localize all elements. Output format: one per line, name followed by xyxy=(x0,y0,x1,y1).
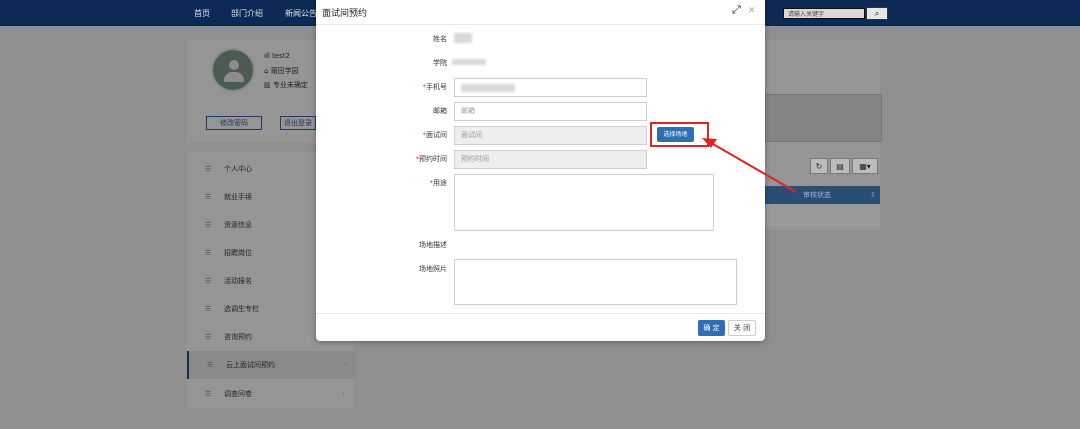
venue-description-label: 场地描述 xyxy=(419,241,447,249)
room-field[interactable]: 面试间 xyxy=(454,126,647,145)
room-label: *面试间 xyxy=(422,131,448,139)
list-icon: ☰ xyxy=(205,333,212,341)
list-icon: ☰ xyxy=(205,305,212,313)
time-label: *预约时间 xyxy=(415,155,448,163)
search-button[interactable]: ⌕ xyxy=(866,7,888,20)
footer-divider xyxy=(316,313,765,314)
chevron-right-icon: › xyxy=(344,361,347,369)
list-icon: ☰ xyxy=(205,277,212,285)
sidebar-item-interview-room[interactable]: ☰ 云上面试间预约 › xyxy=(187,351,356,379)
venue-photo-area xyxy=(454,259,737,305)
email-field[interactable]: 邮箱 xyxy=(454,102,647,121)
time-field[interactable]: 预约时间 xyxy=(454,150,647,169)
interview-booking-modal: 面试间预约 ⤢ ✕ 姓名 学院 *手机号 邮箱 邮箱 *面试间 面试间 选择场地… xyxy=(316,0,765,341)
logout-button[interactable]: 退出登录 xyxy=(280,116,316,130)
sidebar-item-survey[interactable]: ☰ 调查问卷 › xyxy=(187,380,354,408)
refresh-button[interactable]: ↻ xyxy=(810,158,828,174)
phone-field[interactable] xyxy=(454,78,647,97)
sort-icon[interactable]: ⇕ xyxy=(870,186,876,204)
profile-major: ▥ 专业未确定 xyxy=(264,81,308,89)
list-icon: ☰ xyxy=(205,221,212,229)
bar-chart-icon: ıll xyxy=(264,52,273,60)
grid-icon: ▦▾ xyxy=(859,162,871,171)
header-divider xyxy=(316,24,765,25)
nav-news[interactable]: 新闻公告 xyxy=(285,8,317,19)
name-label: 姓名 xyxy=(433,35,447,43)
close-button[interactable]: 关 闭 xyxy=(728,320,756,336)
change-password-button[interactable]: 修改密码 xyxy=(206,116,262,130)
purpose-label: *用途 xyxy=(429,179,448,187)
list-icon: ☰ xyxy=(205,165,212,173)
search-icon: ⌕ xyxy=(874,9,880,18)
close-icon[interactable]: ✕ xyxy=(748,6,756,16)
list-icon: ☰ xyxy=(205,390,212,398)
refresh-icon: ↻ xyxy=(815,162,823,171)
nav-department[interactable]: 部门介绍 xyxy=(231,8,263,19)
table-header: 审核状态 ⇕ xyxy=(765,186,880,204)
building-icon: ▥ xyxy=(264,81,273,89)
profile-username: ıll test2 xyxy=(264,52,290,60)
chevron-right-icon: › xyxy=(342,390,345,398)
list-icon: ☰ xyxy=(207,361,214,369)
list-icon: ☰ xyxy=(205,249,212,257)
name-value xyxy=(454,33,472,45)
select-venue-button[interactable]: 选择场地 xyxy=(657,127,694,142)
college-value xyxy=(452,59,486,67)
columns-button[interactable]: ▦▾ xyxy=(852,158,878,174)
toggle-view-button[interactable]: ▤ xyxy=(830,158,850,174)
search-input[interactable]: 请输入关键字 xyxy=(783,8,865,19)
email-label: 邮箱 xyxy=(433,107,447,115)
status-column-header: 审核状态 xyxy=(803,191,831,199)
avatar xyxy=(211,48,255,92)
profile-school: ⌂ 莆田学园 xyxy=(264,67,299,75)
modal-title: 面试间预约 xyxy=(322,9,368,19)
venue-photo-label: 场地照片 xyxy=(419,265,447,273)
confirm-button[interactable]: 确 定 xyxy=(698,320,725,336)
list-icon: ☰ xyxy=(205,193,212,201)
purpose-textarea[interactable] xyxy=(454,174,714,231)
graduation-icon: ⌂ xyxy=(264,67,271,75)
college-label: 学院 xyxy=(433,59,447,67)
table-icon: ▤ xyxy=(836,162,844,171)
expand-icon[interactable]: ⤢ xyxy=(732,3,741,17)
phone-label: *手机号 xyxy=(422,83,448,91)
nav-home[interactable]: 首页 xyxy=(194,8,210,19)
